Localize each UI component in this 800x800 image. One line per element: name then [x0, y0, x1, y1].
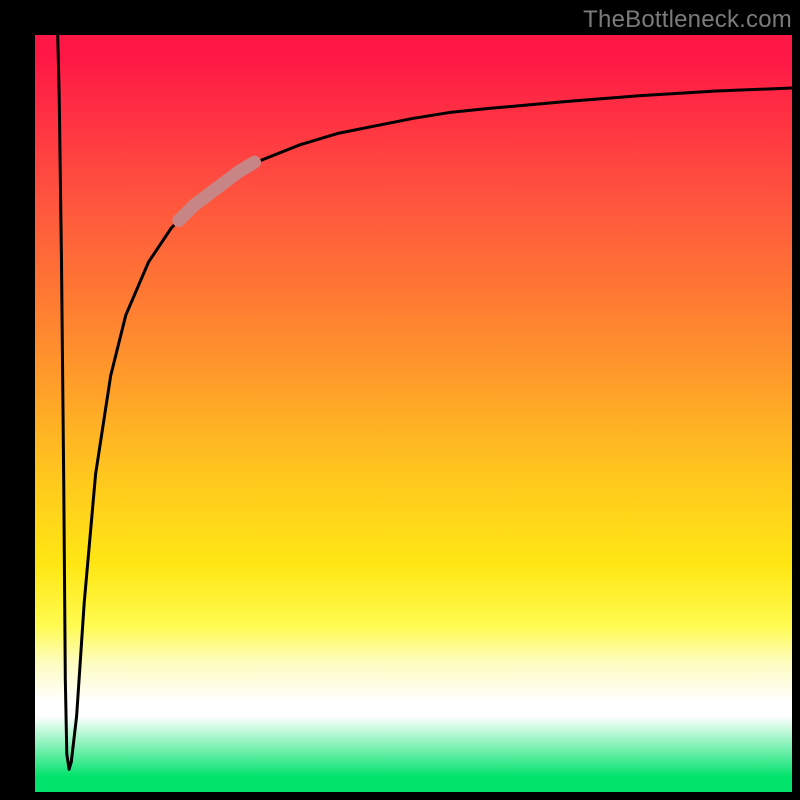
watermark-text: TheBottleneck.com — [583, 6, 792, 34]
gradient-plot-area — [35, 35, 792, 792]
chart-frame: { "watermark": "TheBottleneck.com", "col… — [0, 0, 800, 800]
